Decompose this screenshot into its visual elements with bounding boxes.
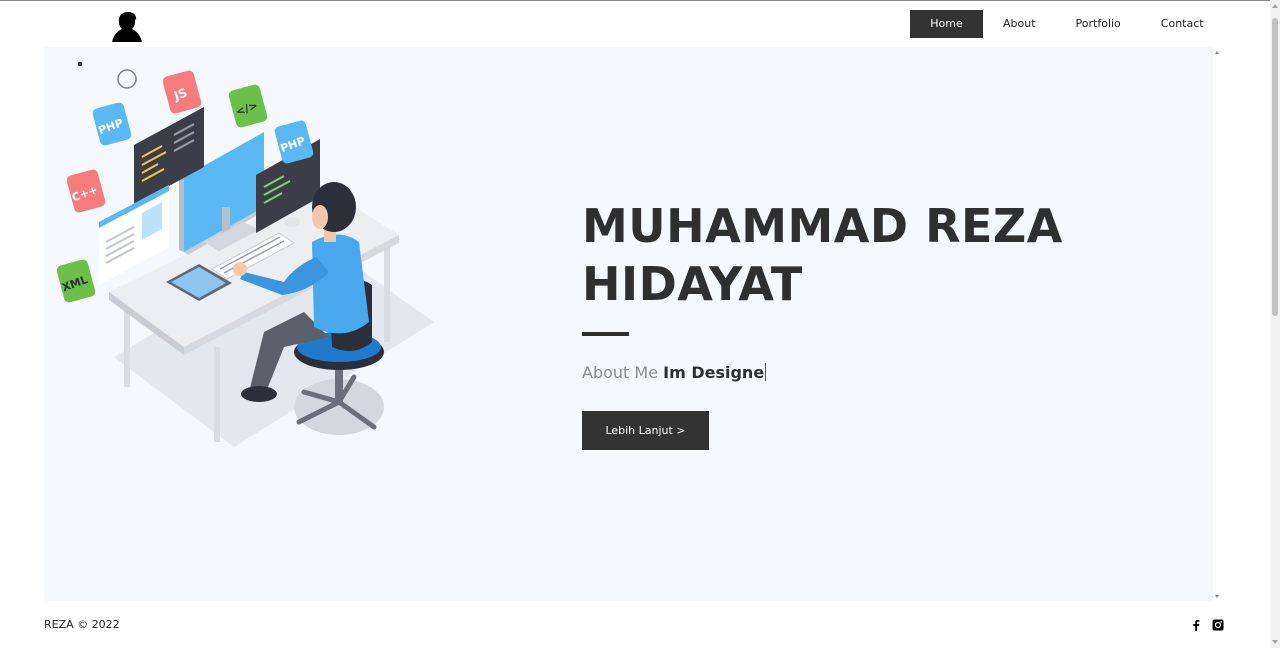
- typed-text: Im Designe: [663, 363, 765, 382]
- hero-tagline: About Me Im Designe: [582, 363, 767, 382]
- nav-about[interactable]: About: [983, 10, 1056, 38]
- scroll-down-icon[interactable]: [1272, 640, 1278, 644]
- nav-contact[interactable]: Contact: [1141, 10, 1224, 38]
- nav-home[interactable]: Home: [910, 10, 983, 38]
- hero-title-line2: HIDAYAT: [582, 257, 803, 311]
- scroll-up-icon[interactable]: [1272, 4, 1278, 8]
- site-header: Home About Portfolio Contact: [0, 1, 1270, 47]
- copyright-text: REZA © 2022: [44, 618, 120, 631]
- hero-section: PHP JS </> PHP C++ XML MUHAMMAD REZA HID…: [44, 47, 1213, 601]
- section-scroll-up-icon[interactable]: [1215, 51, 1219, 54]
- tagline-prefix: About Me: [582, 363, 659, 382]
- page-scrollbar[interactable]: [1270, 0, 1280, 648]
- hero-title-line1: MUHAMMAD REZA: [582, 199, 1063, 253]
- developer-at-desk-illustration: PHP JS </> PHP C++ XML: [54, 57, 444, 447]
- scrollbar-thumb[interactable]: [1272, 18, 1278, 316]
- section-scroll-down-icon[interactable]: [1215, 595, 1219, 598]
- person-silhouette-icon[interactable]: [110, 10, 144, 44]
- site-footer: REZA © 2022: [0, 601, 1270, 648]
- instagram-icon[interactable]: [1212, 619, 1224, 631]
- main-nav: Home About Portfolio Contact: [910, 10, 1224, 39]
- read-more-button[interactable]: Lebih Lanjut >: [582, 411, 709, 450]
- hero-title: MUHAMMAD REZA HIDAYAT: [582, 197, 1102, 313]
- typing-caret: [765, 363, 767, 381]
- nav-portfolio[interactable]: Portfolio: [1056, 10, 1141, 38]
- facebook-icon[interactable]: [1190, 619, 1202, 631]
- title-divider: [582, 332, 629, 336]
- social-links: [1190, 619, 1224, 631]
